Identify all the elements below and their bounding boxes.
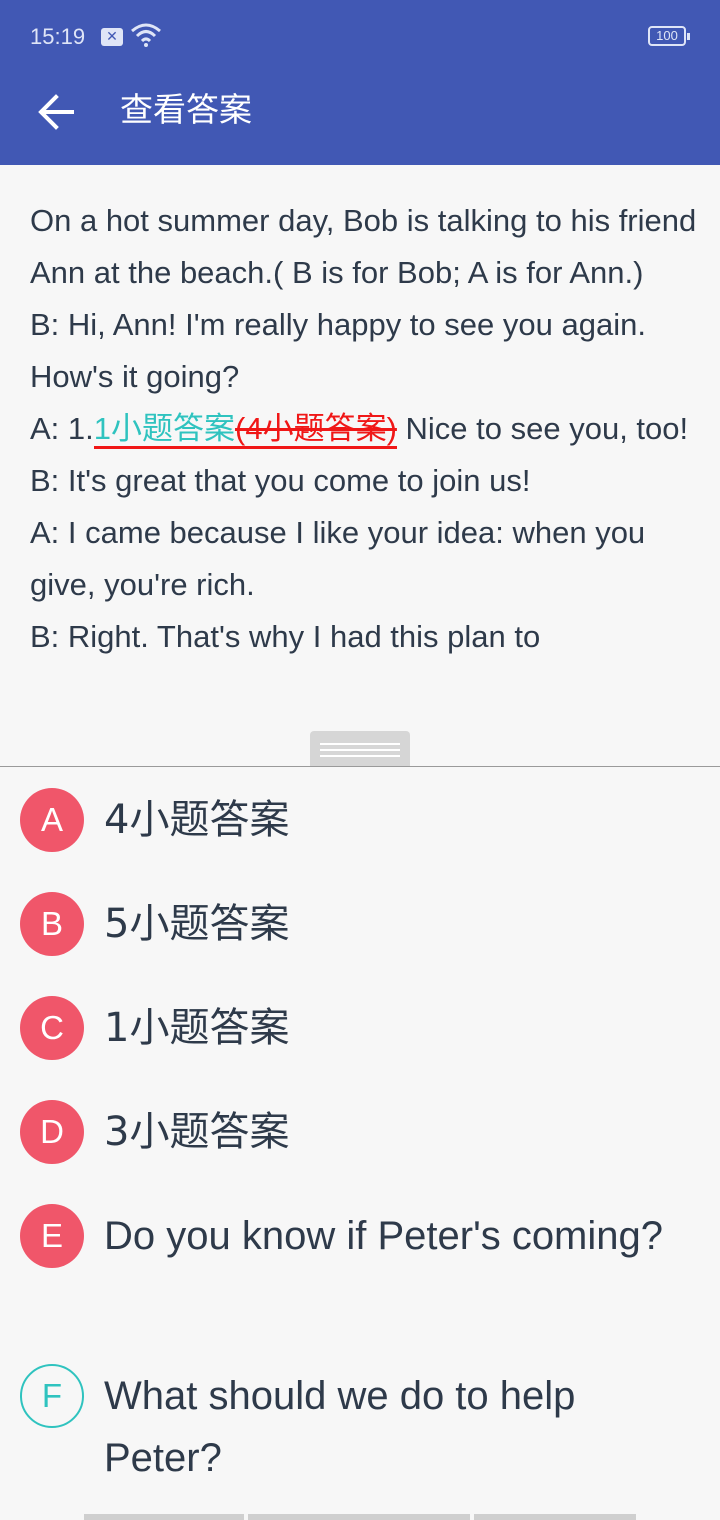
- passage-paragraph: B: It's great that you come to join us!: [30, 463, 531, 498]
- passage-paragraph: B: Hi, Ann! I'm really happy to see you …: [30, 307, 646, 394]
- grip-line: [320, 743, 400, 745]
- back-arrow-icon[interactable]: [28, 84, 84, 140]
- passage-paragraph: On a hot summer day, Bob is talking to h…: [30, 203, 697, 290]
- wrong-answer: (4小题答案): [235, 411, 397, 446]
- tab-indicator[interactable]: [84, 1514, 244, 1520]
- option-text: 5小题答案: [104, 901, 290, 947]
- answer-line: A: 1.1小题答案(4小题答案) Nice to see you, too!: [30, 403, 698, 455]
- option-text: 4小题答案: [104, 797, 290, 843]
- answer-prefix: A: 1.: [30, 411, 94, 446]
- option-text: 1小题答案: [104, 1005, 290, 1051]
- tab-indicator[interactable]: [474, 1514, 636, 1520]
- grip-line: [320, 755, 400, 757]
- app-bar: 查看答案: [0, 72, 720, 165]
- status-bar: 15:19 ✕ 100: [0, 0, 720, 72]
- passage-text: On a hot summer day, Bob is talking to h…: [30, 195, 698, 663]
- option-badge-selected: F: [20, 1364, 84, 1428]
- option-badge: A: [20, 788, 84, 852]
- option-badge: B: [20, 892, 84, 956]
- option-badge: D: [20, 1100, 84, 1164]
- passage-panel[interactable]: On a hot summer day, Bob is talking to h…: [0, 165, 720, 766]
- option-text: What should we do to help Peter?: [104, 1374, 576, 1480]
- wifi-icon: [131, 23, 161, 47]
- divider: [0, 766, 720, 767]
- option-badge: C: [20, 996, 84, 1060]
- passage-paragraph: A: I came because I like your idea: when…: [30, 515, 646, 602]
- option-text: Do you know if Peter's coming?: [104, 1214, 664, 1258]
- answer-blank[interactable]: 1小题答案(4小题答案): [93, 411, 397, 449]
- correct-answer: 1小题答案: [93, 411, 236, 446]
- drag-handle[interactable]: [310, 731, 410, 767]
- grip-line: [320, 749, 400, 751]
- passage-paragraph: B: Right. That's why I had this plan to: [30, 619, 541, 654]
- battery-icon: 100: [648, 26, 690, 46]
- option-badge: E: [20, 1204, 84, 1268]
- status-time: 15:19: [30, 24, 86, 49]
- tab-indicator[interactable]: [248, 1514, 470, 1520]
- notification-x-icon: ✕: [101, 28, 123, 46]
- answer-suffix: Nice to see you, too!: [396, 411, 689, 446]
- bottom-tab-bar: [84, 1514, 636, 1520]
- option-text: 3小题答案: [104, 1109, 290, 1155]
- page-title: 查看答案: [120, 90, 252, 129]
